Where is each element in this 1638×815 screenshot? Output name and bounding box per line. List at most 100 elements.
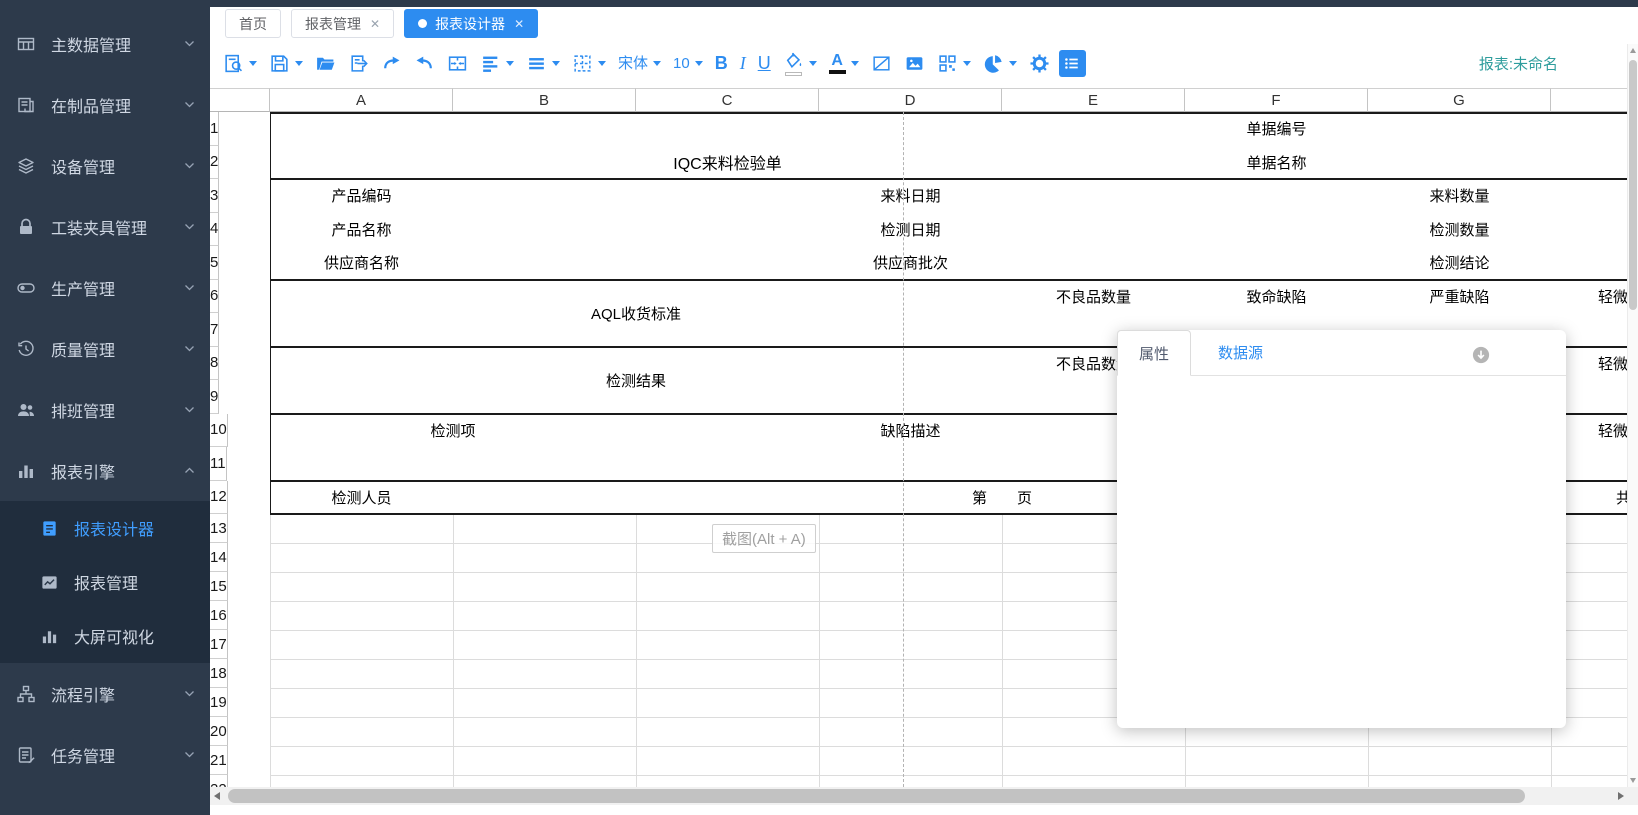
row-header-1[interactable]: 1	[210, 112, 219, 146]
scroll-left-arrow-icon[interactable]	[214, 792, 220, 800]
form-cell-r1c7[interactable]	[1368, 112, 1628, 147]
borders-button[interactable]	[569, 51, 609, 76]
form-cell-r5c1[interactable]: 供应商名称	[270, 246, 454, 281]
row-header-11[interactable]: 11	[210, 447, 227, 481]
form-cell-r4c1[interactable]: 产品名称	[270, 213, 454, 248]
row-header-4[interactable]: 4	[210, 213, 219, 247]
form-cell-r5c2[interactable]	[453, 246, 820, 281]
sidebar-item-process-engine[interactable]: 流程引擎	[0, 663, 210, 724]
row-header-2[interactable]: 2	[210, 146, 219, 180]
font-family-button[interactable]: 宋体	[615, 54, 664, 73]
row-header-20[interactable]: 20	[210, 717, 228, 746]
line-style-button[interactable]	[523, 51, 563, 76]
dropdown-caret-icon[interactable]	[963, 61, 971, 66]
form-cell-r3c1[interactable]: 产品编码	[270, 179, 454, 214]
column-header-A[interactable]: A	[270, 88, 453, 112]
form-cell-r8c1[interactable]: 检测结果	[270, 347, 1003, 415]
form-cell-r2c7[interactable]	[1368, 146, 1628, 181]
row-header-22[interactable]: 22	[210, 775, 228, 787]
row-header-21[interactable]: 21	[210, 746, 228, 775]
form-cell-r6c1[interactable]: AQL收货标准	[270, 280, 1003, 348]
form-cell-r11c3[interactable]	[636, 447, 1186, 482]
row-header-6[interactable]: 6	[210, 280, 219, 314]
dropdown-caret-icon[interactable]	[695, 61, 703, 66]
form-cell-r4c6[interactable]	[1185, 213, 1369, 248]
export-button[interactable]	[345, 51, 372, 76]
row-header-3[interactable]: 3	[210, 179, 219, 213]
row-header-13[interactable]: 13	[210, 514, 228, 543]
dropdown-caret-icon[interactable]	[653, 61, 661, 66]
form-cell-r4c7[interactable]: 检测数量	[1368, 213, 1552, 248]
row-header-17[interactable]: 17	[210, 630, 228, 659]
row-header-8[interactable]: 8	[210, 347, 219, 381]
form-cell-r6c5[interactable]: 不良品数量	[1002, 280, 1186, 315]
dropdown-caret-icon[interactable]	[851, 61, 859, 66]
form-cell-r4c8[interactable]	[1551, 213, 1628, 248]
fill-color-button[interactable]	[780, 48, 820, 78]
row-header-12[interactable]: 12	[210, 481, 228, 515]
row-header-18[interactable]: 18	[210, 659, 228, 688]
form-cell-r12c1[interactable]: 检测人员	[270, 481, 454, 516]
form-cell-r3c6[interactable]	[1185, 179, 1369, 214]
dropdown-caret-icon[interactable]	[552, 61, 560, 66]
form-cell-r5c5[interactable]	[1002, 246, 1186, 281]
dropdown-caret-icon[interactable]	[249, 61, 257, 66]
diagonal-cell-button[interactable]	[868, 51, 895, 76]
chart-button[interactable]	[980, 51, 1020, 76]
form-cell-r3c4[interactable]: 来料日期	[819, 179, 1003, 214]
form-cell-r2c6[interactable]: 单据名称	[1185, 146, 1369, 181]
sidebar-item-task-management[interactable]: 任务管理	[0, 724, 210, 785]
underline-button[interactable]: U	[755, 52, 774, 74]
column-header-E[interactable]: E	[1002, 88, 1185, 112]
dropdown-caret-icon[interactable]	[295, 61, 303, 66]
form-cell-r4c2[interactable]	[453, 213, 820, 248]
sidebar-item-master-data[interactable]: 主数据管理	[0, 13, 210, 74]
column-header-B[interactable]: B	[453, 88, 636, 112]
undo-button[interactable]	[411, 51, 438, 76]
sidebar-item-tooling[interactable]: 工装夹具管理	[0, 196, 210, 257]
form-cell-r5c4[interactable]: 供应商批次	[819, 246, 1003, 281]
panel-tab-properties[interactable]: 属性	[1117, 330, 1191, 376]
redo-button[interactable]	[378, 51, 405, 76]
row-header-7[interactable]: 7	[210, 313, 219, 347]
form-cell-r5c6[interactable]	[1185, 246, 1369, 281]
vertical-scrollbar[interactable]	[1627, 44, 1638, 787]
column-header-D[interactable]: D	[819, 88, 1002, 112]
row-header-19[interactable]: 19	[210, 688, 228, 717]
column-header-G[interactable]: G	[1368, 88, 1551, 112]
panel-collapse-button[interactable]	[1472, 346, 1490, 364]
scroll-down-arrow-icon[interactable]	[1630, 778, 1636, 783]
sidebar-item-quality[interactable]: 质量管理	[0, 318, 210, 379]
row-header-5[interactable]: 5	[210, 246, 219, 280]
form-cell-r4c5[interactable]	[1002, 213, 1186, 248]
qrcode-button[interactable]	[934, 51, 974, 76]
form-cell-r3c8[interactable]	[1551, 179, 1628, 214]
form-cell-r3c7[interactable]: 来料数量	[1368, 179, 1552, 214]
sidebar-item-equipment[interactable]: 设备管理	[0, 135, 210, 196]
font-color-button[interactable]: A	[826, 51, 862, 76]
sidebar-subitem-report-management[interactable]: 报表管理	[0, 555, 210, 609]
panel-tab-datasource[interactable]: 数据源	[1191, 330, 1290, 375]
form-cell-r10c3[interactable]: 缺陷描述	[636, 414, 1186, 449]
horizontal-scrollbar[interactable]	[210, 787, 1638, 805]
form-cell-r6c7[interactable]: 严重缺陷	[1368, 280, 1552, 315]
bold-button[interactable]: B	[712, 52, 731, 74]
sidebar-item-scheduling[interactable]: 排班管理	[0, 379, 210, 440]
form-cell-r1c6[interactable]: 单据编号	[1185, 112, 1369, 147]
dropdown-caret-icon[interactable]	[598, 61, 606, 66]
insert-image-button[interactable]	[901, 51, 928, 76]
scroll-up-arrow-icon[interactable]	[1630, 48, 1636, 53]
form-cell-r12c2[interactable]	[453, 481, 820, 516]
sidebar-item-wip[interactable]: 在制品管理	[0, 74, 210, 135]
dropdown-caret-icon[interactable]	[506, 61, 514, 66]
sidebar-item-report-engine[interactable]: 报表引擎	[0, 440, 210, 501]
italic-button[interactable]: I	[737, 52, 749, 74]
tab-close-icon[interactable]: ✕	[370, 18, 380, 30]
row-header-10[interactable]: 10	[210, 414, 228, 448]
tab-report-designer[interactable]: 报表设计器✕	[404, 9, 538, 38]
form-cell-r2c1[interactable]: IQC来料检验单	[270, 146, 1186, 181]
form-cell-r3c2[interactable]	[453, 179, 820, 214]
form-cell-r5c8[interactable]	[1551, 246, 1628, 281]
row-header-16[interactable]: 16	[210, 601, 228, 630]
row-header-15[interactable]: 15	[210, 572, 228, 601]
